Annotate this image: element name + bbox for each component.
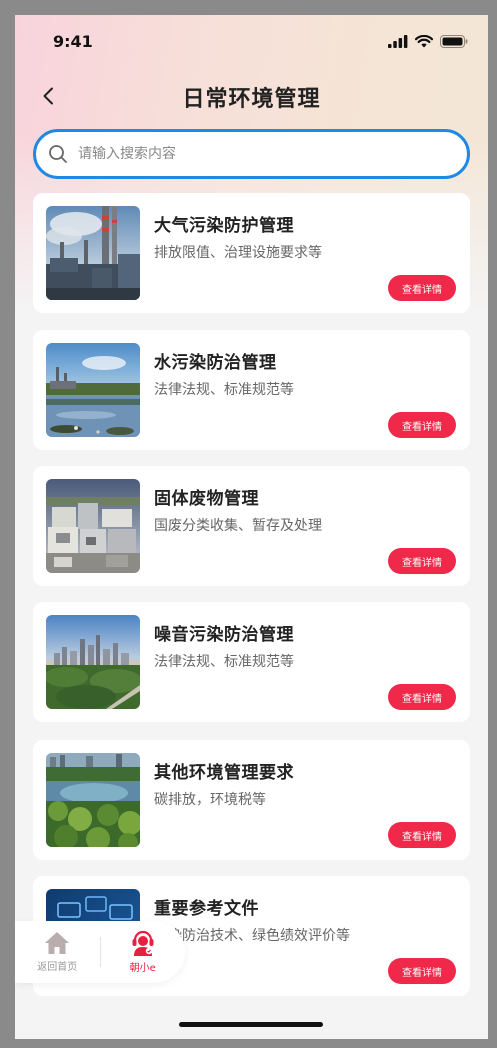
- search-icon: [49, 145, 67, 163]
- floating-nav: 返回首页 朝小e: [15, 921, 185, 983]
- home-indicator: [179, 1022, 323, 1027]
- battery-icon: [440, 35, 468, 48]
- wifi-icon: [415, 35, 433, 48]
- card-air-pollution[interactable]: 大气污染防护管理 排放限值、治理设施要求等 查看详情: [33, 193, 470, 313]
- card-description: 排放限值、治理设施要求等: [154, 245, 322, 261]
- card-description: 国废分类收集、暂存及处理: [154, 518, 322, 534]
- home-label: 返回首页: [37, 962, 78, 973]
- river-industry-image: [46, 343, 140, 437]
- assistant-avatar-icon: [132, 930, 154, 956]
- view-details-button[interactable]: 查看详情: [388, 548, 456, 574]
- view-details-button[interactable]: 查看详情: [388, 822, 456, 848]
- card-description: 法律法规、标准规范等: [154, 654, 294, 670]
- view-details-button[interactable]: 查看详情: [388, 275, 456, 301]
- card-title: 固体废物管理: [154, 489, 259, 509]
- card-title: 其他环境管理要求: [154, 763, 294, 783]
- view-details-button[interactable]: 查看详情: [388, 684, 456, 710]
- city-skyline-image: [46, 615, 140, 709]
- search-bar[interactable]: [33, 129, 470, 179]
- card-noise-pollution[interactable]: 噪音污染防治管理 法律法规、标准规范等 查看详情: [33, 602, 470, 722]
- card-title: 重要参考文件: [154, 899, 259, 919]
- card-solid-waste[interactable]: 固体废物管理 国废分类收集、暂存及处理 查看详情: [33, 466, 470, 586]
- card-title: 大气污染防护管理: [154, 216, 294, 236]
- signal-icon: [388, 35, 408, 48]
- search-input[interactable]: [78, 146, 418, 162]
- card-description: 碳排放，环境税等: [154, 792, 266, 808]
- status-icons: [388, 35, 468, 48]
- phone-screen: 9:41 日常环境管理 请输入搜索内容 大气污染防护管理 排放限值、治理设施要求…: [15, 15, 488, 1039]
- card-other-requirements[interactable]: 其他环境管理要求 碳排放，环境税等 查看详情: [33, 740, 470, 860]
- page-title: 日常环境管理: [182, 87, 321, 112]
- home-button[interactable]: 返回首页: [15, 921, 100, 983]
- home-icon: [45, 932, 70, 954]
- waste-pile-image: [46, 479, 140, 573]
- card-description: 法律法规、标准规范等: [154, 382, 294, 398]
- card-title: 噪音污染防治管理: [154, 625, 294, 645]
- view-details-button[interactable]: 查看详情: [388, 958, 456, 984]
- factory-smokestacks-image: [46, 206, 140, 300]
- card-title: 水污染防治管理: [154, 353, 277, 373]
- assistant-label: 朝小e: [129, 963, 156, 974]
- park-lake-image: [46, 753, 140, 847]
- status-time: 9:41: [53, 32, 93, 51]
- assistant-button[interactable]: 朝小e: [101, 921, 186, 983]
- view-details-button[interactable]: 查看详情: [388, 412, 456, 438]
- card-water-pollution[interactable]: 水污染防治管理 法律法规、标准规范等 查看详情: [33, 330, 470, 450]
